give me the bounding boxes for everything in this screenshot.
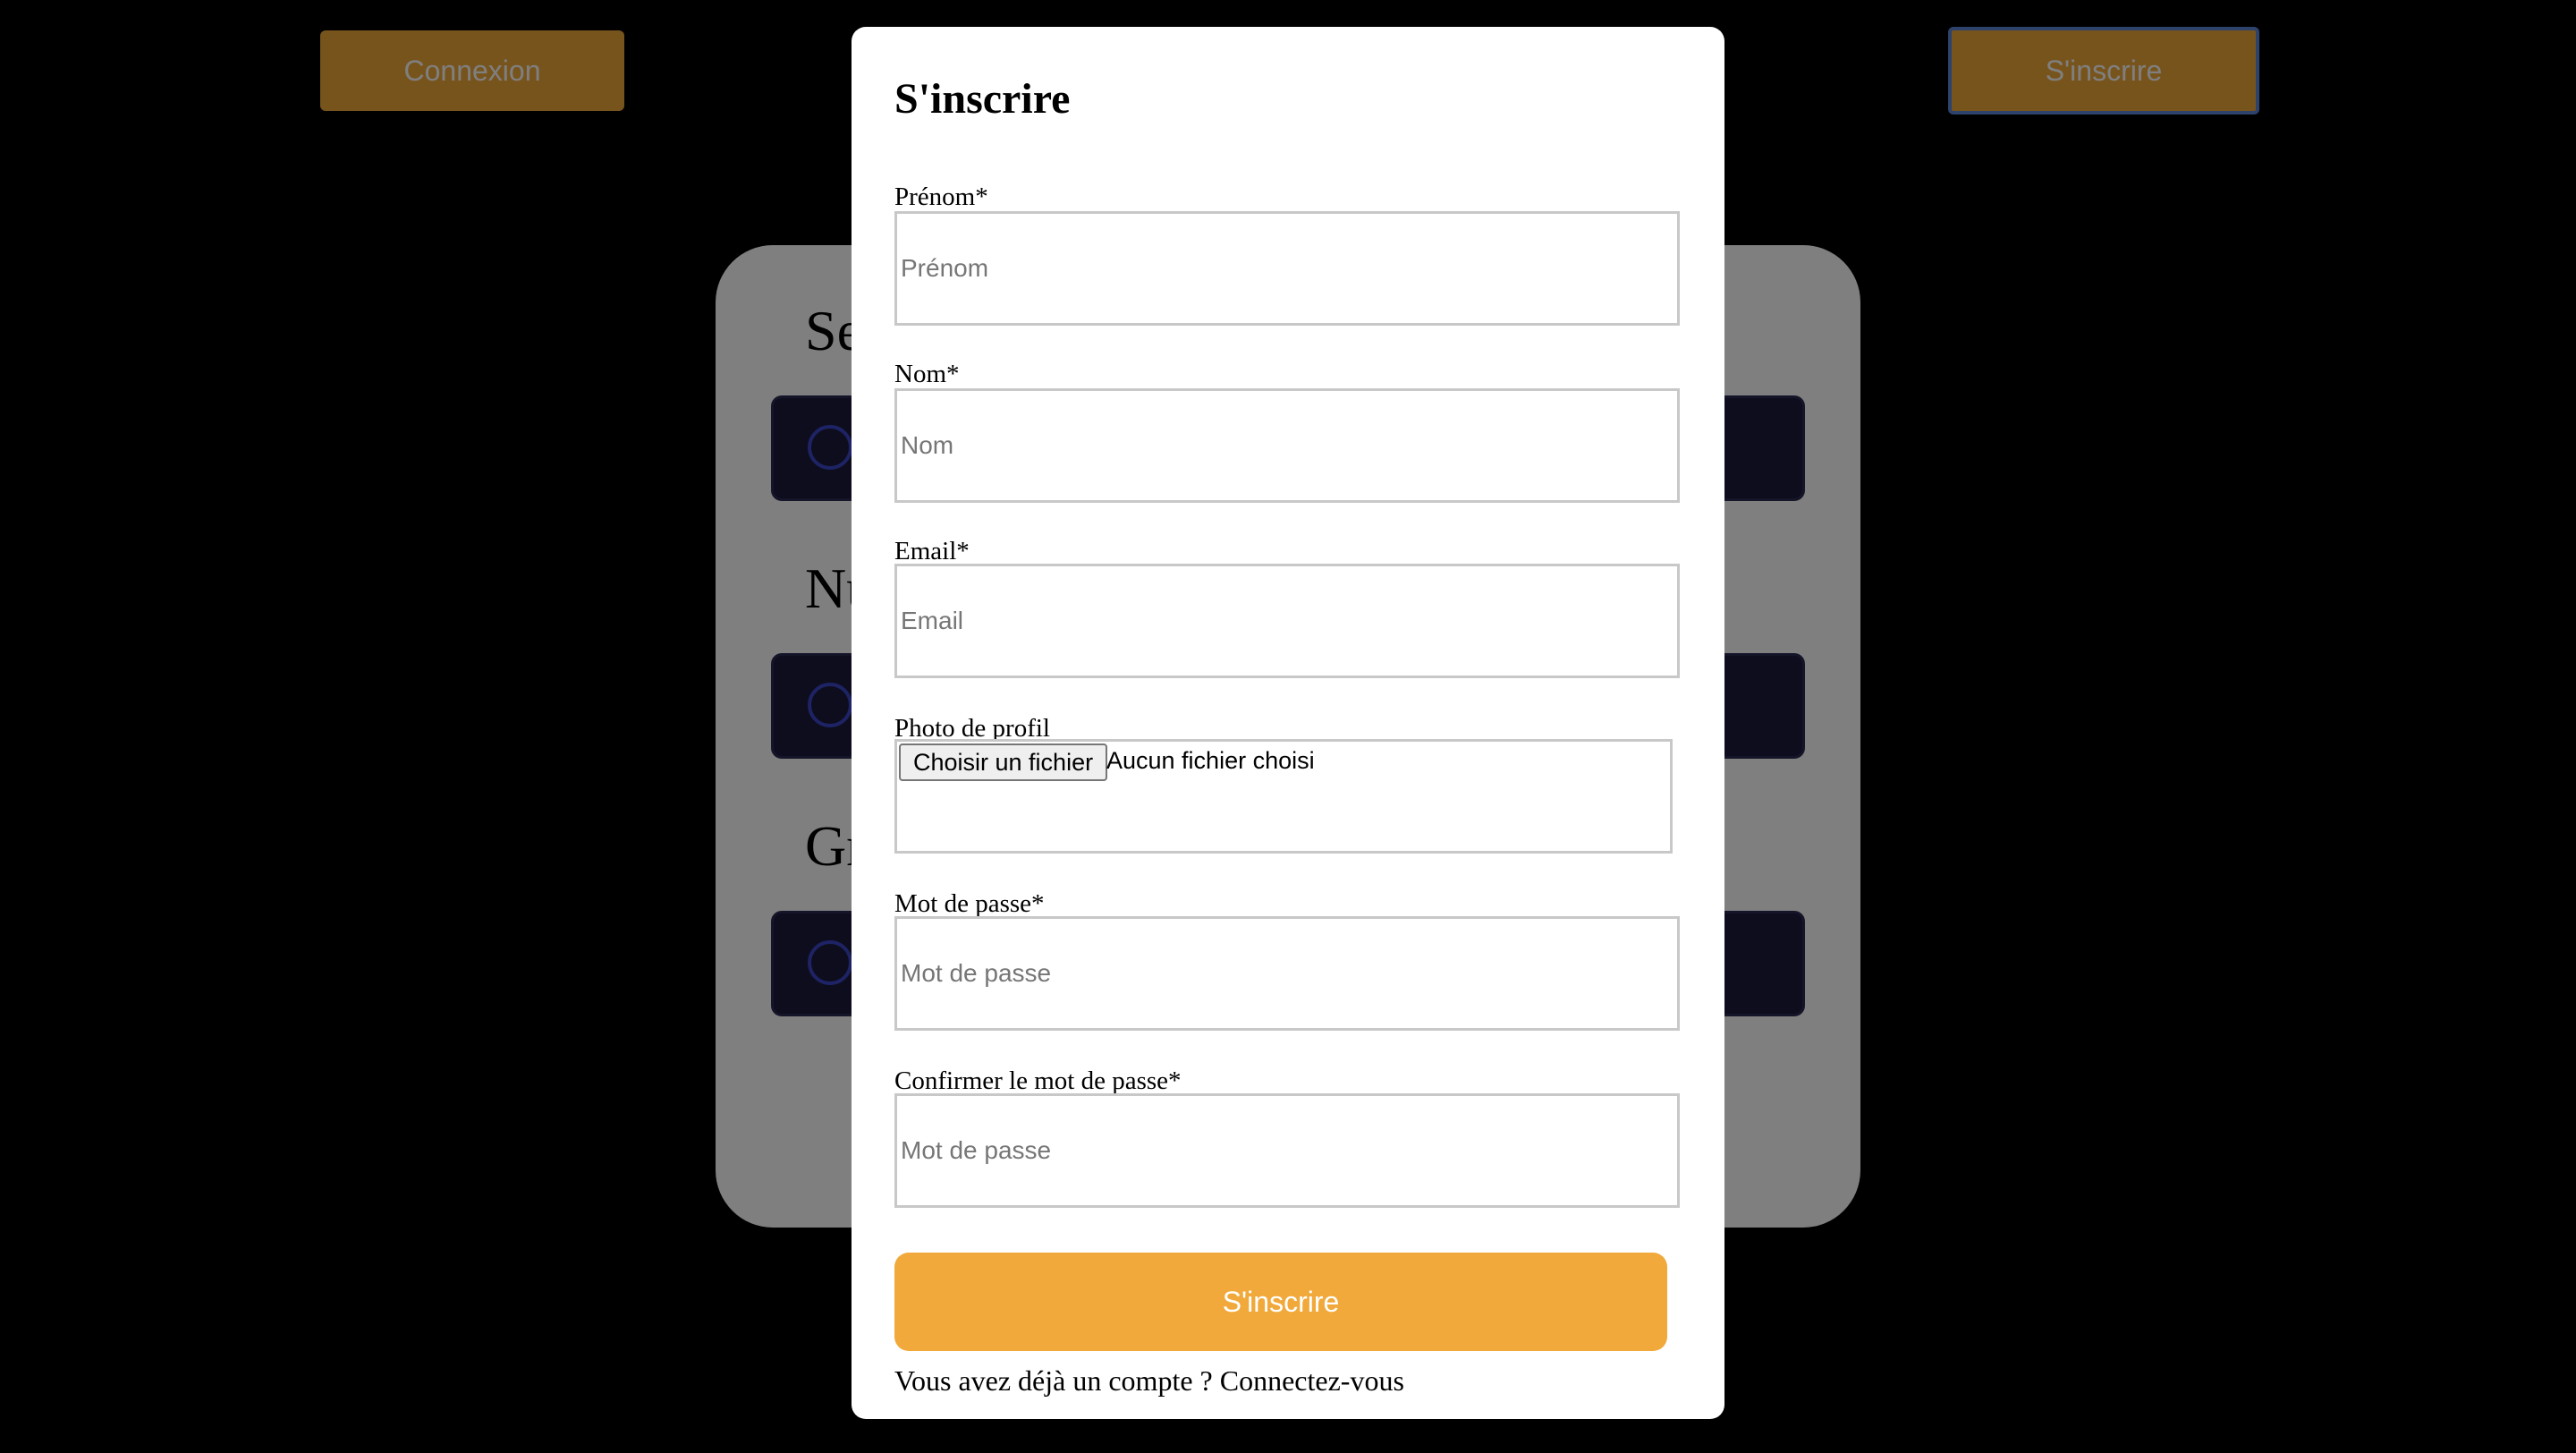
signup-modal: S'inscrire Prénom* Nom* Email* Photo de … (852, 27, 1724, 1419)
choose-file-button[interactable]: Choisir un fichier (899, 743, 1108, 781)
email-input[interactable] (894, 564, 1680, 678)
profile-photo-field[interactable]: Choisir un fichier Aucun fichier choisi (894, 739, 1673, 854)
login-link[interactable]: Connectez-vous (1220, 1364, 1404, 1397)
profile-photo-label: Photo de profil (894, 714, 1050, 743)
email-label: Email* (894, 537, 970, 565)
signup-submit-button[interactable]: S'inscrire (894, 1253, 1667, 1351)
confirm-password-label: Confirmer le mot de passe* (894, 1066, 1182, 1095)
first-name-input[interactable] (894, 211, 1680, 326)
modal-title: S'inscrire (894, 75, 1071, 123)
first-name-label: Prénom* (894, 183, 988, 211)
last-name-label: Nom* (894, 360, 960, 388)
login-prompt: Vous avez déjà un compte ? Connectez-vou… (894, 1364, 1404, 1397)
password-input[interactable] (894, 916, 1680, 1031)
password-label: Mot de passe* (894, 889, 1045, 918)
file-status: Aucun fichier choisi (1106, 747, 1315, 774)
login-prompt-text: Vous avez déjà un compte ? (894, 1364, 1220, 1397)
confirm-password-input[interactable] (894, 1093, 1680, 1208)
last-name-input[interactable] (894, 388, 1680, 503)
